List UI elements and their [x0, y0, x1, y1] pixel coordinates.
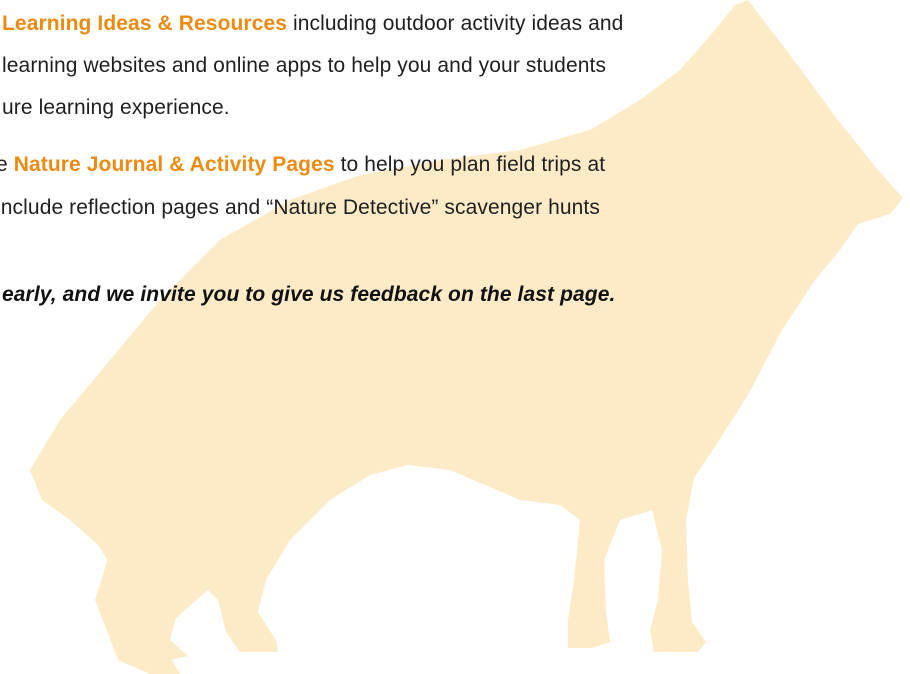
paragraph-1-line-1: Learning Ideas & Resources including out… [2, 11, 623, 37]
closing-feedback-sentence: early, and we invite you to give us feed… [2, 283, 616, 306]
paragraph-2-line-1-rest: to help you plan field trips at [334, 153, 606, 176]
paragraph-1-line-1-rest: including outdoor activity ideas and [287, 12, 624, 35]
paragraph-1-line-3: ure learning experience. [2, 96, 230, 119]
document-page: Learning Ideas & Resources including out… [0, 0, 910, 674]
paragraph-2-line-2: include reflection pages and “Nature Det… [0, 196, 600, 219]
paragraph-1-line-2: learning websites and online apps to hel… [2, 54, 607, 77]
nature-journal-activity-pages-highlight: Nature Journal & Activity Pages [13, 153, 335, 176]
learning-ideas-resources-highlight: Learning Ideas & Resources [2, 12, 288, 35]
intro-text-block: Learning Ideas & Resources including out… [0, 0, 910, 674]
paragraph-2-line-1: e Nature Journal & Activity Pages to hel… [0, 152, 605, 178]
paragraph-2-line-1-prefix: e [0, 153, 8, 176]
